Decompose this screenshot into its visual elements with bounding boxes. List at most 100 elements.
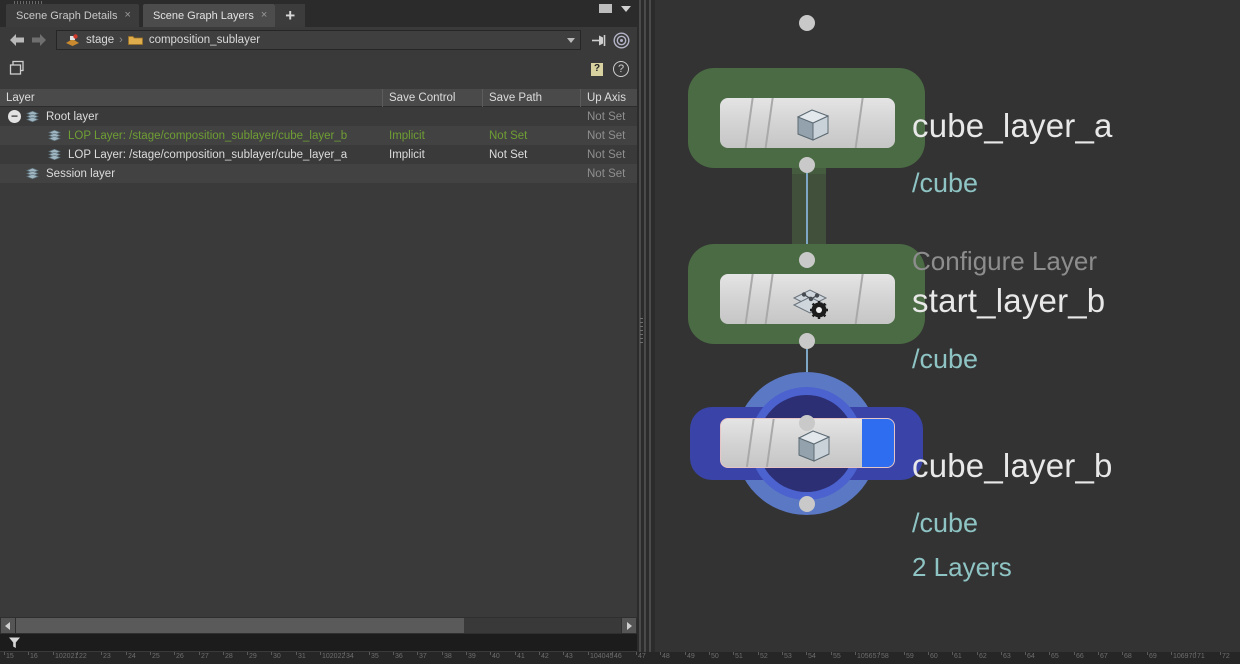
panel-divider[interactable]: [637, 0, 655, 664]
node-body[interactable]: [720, 274, 895, 324]
tree-guide: [8, 126, 21, 145]
tree-guide: [8, 164, 21, 183]
timeline-tick: [539, 652, 540, 655]
breadcrumb-item-stage[interactable]: stage: [61, 33, 118, 47]
houdini-scene-graph-layers-window: Scene Graph Details × Scene Graph Layers…: [0, 0, 1240, 664]
timeline-tick-label: 65: [1051, 653, 1059, 660]
timeline-tick-label: 55: [833, 653, 841, 660]
tab-close-icon[interactable]: ×: [261, 9, 267, 22]
breadcrumb[interactable]: stage › composition_sublayer: [56, 30, 581, 50]
timeline-tick: [1147, 652, 1148, 655]
layer-name: Root layer: [46, 110, 99, 123]
cell-up-axis: Not Set: [587, 167, 626, 180]
tree-guide: [34, 126, 43, 145]
add-tab-button[interactable]: +: [275, 4, 306, 27]
timeline-tick-label: 35: [371, 653, 379, 660]
timeline-tick-label: 41: [517, 653, 525, 660]
breadcrumb-label: composition_sublayer: [148, 34, 261, 46]
node-label-name: cube_layer_b: [912, 447, 1113, 484]
node-body[interactable]: [720, 98, 895, 148]
timeline-tick-label: 22: [79, 653, 87, 660]
timeline-tick: [247, 652, 248, 655]
table-row[interactable]: LOP Layer: /stage/composition_sublayer/c…: [0, 145, 637, 164]
expander-toggle[interactable]: −: [8, 110, 21, 123]
table-row[interactable]: LOP Layer: /stage/composition_sublayer/c…: [0, 126, 637, 145]
breadcrumb-item-composition-sublayer[interactable]: composition_sublayer: [124, 34, 264, 46]
timeline-tick-label: 64: [1027, 653, 1035, 660]
timeline-tick: [1171, 652, 1172, 655]
forward-arrow-icon[interactable]: [28, 30, 50, 50]
timeline-tick-label: 37: [419, 653, 427, 660]
cube-icon: [793, 428, 835, 467]
table-row[interactable]: − Root layer Not Set: [0, 107, 637, 126]
help-badge-icon[interactable]: ?: [590, 61, 604, 77]
timeline-tick-label: 38: [444, 653, 452, 660]
node-output-port[interactable]: [799, 496, 815, 512]
node-output-port[interactable]: [799, 333, 815, 349]
tab-scene-graph-layers[interactable]: Scene Graph Layers ×: [142, 4, 276, 27]
layer-stack-icon: [25, 110, 40, 123]
column-header-save-control[interactable]: Save Control: [383, 88, 483, 107]
horizontal-scrollbar[interactable]: [0, 617, 637, 634]
node-label-path: /cube: [912, 344, 979, 374]
help-icon[interactable]: ?: [613, 61, 629, 77]
filter-bar[interactable]: [0, 634, 637, 651]
cell-up-axis: Not Set: [587, 148, 626, 161]
scroll-left-button[interactable]: [1, 618, 15, 633]
timeline-tick: [417, 652, 418, 655]
tab-label: Scene Graph Layers: [152, 9, 254, 22]
panel-toolbar: ? ?: [0, 53, 637, 85]
timeline-tick: [709, 652, 710, 655]
scroll-right-button[interactable]: [622, 618, 636, 633]
maximize-icon[interactable]: [599, 4, 612, 13]
breadcrumb-dropdown-icon[interactable]: [567, 37, 575, 43]
copy-layers-icon[interactable]: [8, 59, 28, 79]
timeline-tick: [28, 652, 29, 655]
timeline-tick: [636, 652, 637, 655]
pin-icon[interactable]: [588, 30, 608, 50]
back-arrow-icon[interactable]: [6, 30, 28, 50]
timeline-tick: [1001, 652, 1002, 655]
column-header-up-axis[interactable]: Up Axis: [581, 89, 637, 107]
cell-save-control: Implicit: [389, 148, 425, 161]
column-header-layer[interactable]: Layer: [0, 88, 383, 107]
chevron-down-icon[interactable]: [621, 5, 631, 12]
timeline-ruler[interactable]: 15 16 102021 22 23 24 25 26 27 28 29 30 31 102022 34 35…: [0, 652, 1240, 664]
timeline-tick: [466, 652, 467, 655]
timeline-tick: [612, 652, 613, 655]
window-controls: [599, 4, 631, 13]
tab-scene-graph-details[interactable]: Scene Graph Details ×: [6, 4, 139, 27]
cell-layer: LOP Layer: /stage/composition_sublayer/c…: [0, 145, 383, 164]
tab-close-icon[interactable]: ×: [125, 9, 131, 22]
timeline-tick-label: 63: [1003, 653, 1011, 660]
table-row[interactable]: Session layer Not Set: [0, 164, 637, 183]
target-icon[interactable]: [611, 30, 631, 50]
timeline-tick-label: 28: [225, 653, 233, 660]
timeline-tick: [369, 652, 370, 655]
timeline-tick-label: 23: [103, 653, 111, 660]
node-input-port[interactable]: [799, 15, 815, 31]
timeline-tick: [223, 652, 224, 655]
node-input-port[interactable]: [799, 415, 815, 431]
divider-grip[interactable]: [640, 318, 643, 344]
scrollbar-track[interactable]: [16, 618, 621, 633]
timeline-tick: [977, 652, 978, 655]
scrollbar-thumb[interactable]: [16, 618, 464, 633]
cell-save-control: Implicit: [389, 129, 425, 142]
timeline-tick-label: 58: [881, 653, 889, 660]
cell-layer: LOP Layer: /stage/composition_sublayer/c…: [0, 126, 383, 145]
breadcrumb-label: stage: [86, 34, 115, 46]
node-input-port[interactable]: [799, 252, 815, 268]
node-output-port[interactable]: [799, 157, 815, 173]
timeline-tick: [952, 652, 953, 655]
timeline-tick: [53, 652, 54, 655]
timeline-tick-label: 50: [711, 653, 719, 660]
timeline-tick-label: 66: [1076, 653, 1084, 660]
timeline-tick-label: 25: [152, 653, 160, 660]
column-header-save-path[interactable]: Save Path: [483, 88, 581, 107]
node-display-flag[interactable]: [862, 419, 894, 467]
timeline-tick-label: 62: [979, 653, 987, 660]
network-editor-canvas[interactable]: cube_layer_a /cube Configure Layer start…: [655, 0, 1240, 652]
filter-funnel-icon[interactable]: [8, 636, 21, 649]
timeline-tick: [174, 652, 175, 655]
